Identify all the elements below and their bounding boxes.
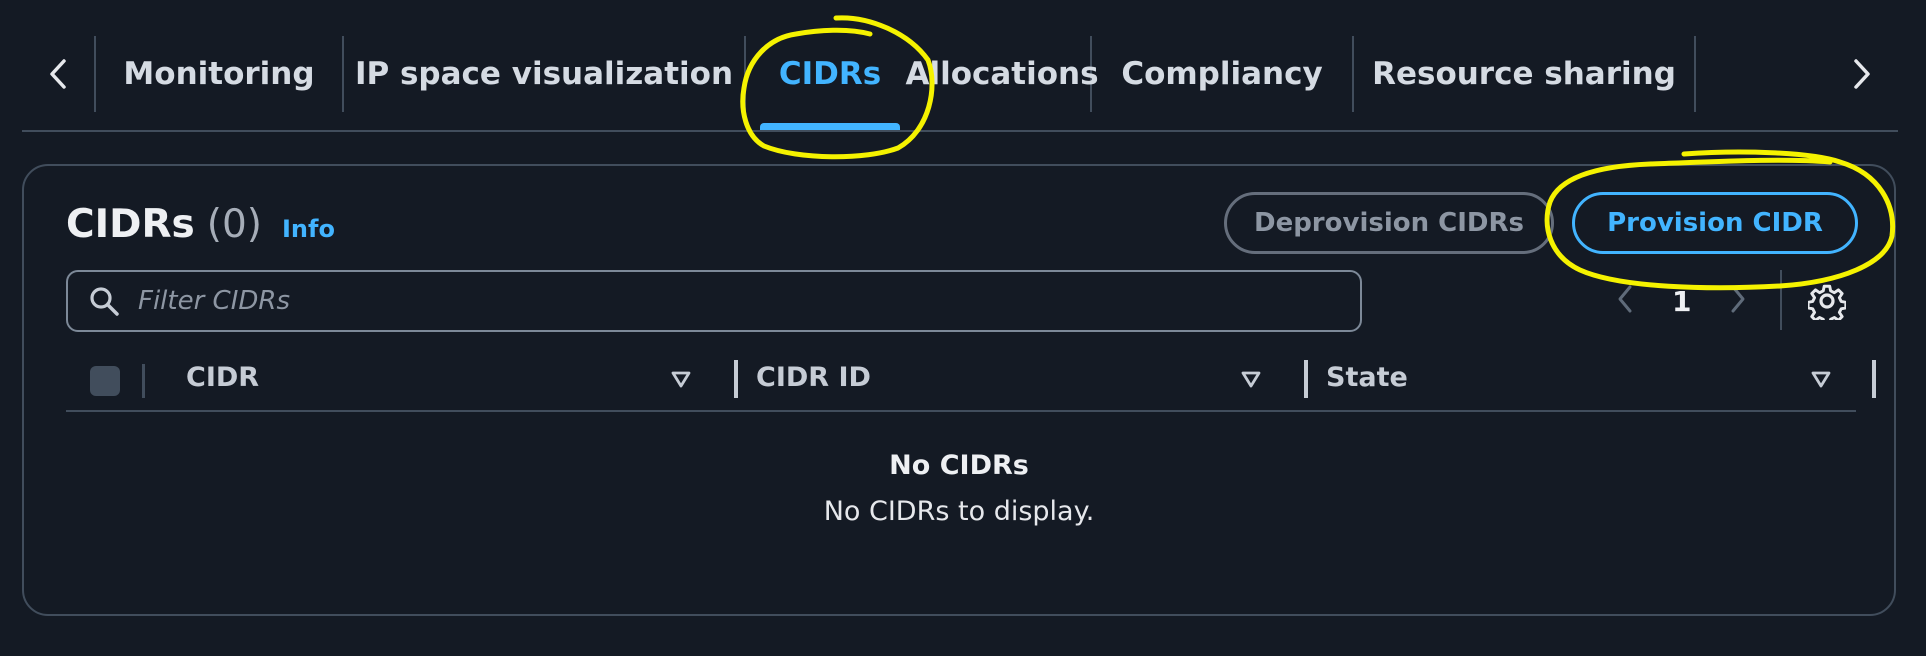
next-page-button[interactable]: [1729, 284, 1747, 318]
select-all-checkbox[interactable]: [90, 366, 120, 396]
tab-resource-sharing[interactable]: Resource sharing: [1354, 18, 1694, 130]
sort-icon[interactable]: [670, 368, 692, 390]
tabs-scroll-left-button[interactable]: [22, 18, 94, 130]
panel-header: CIDRs (0) Info: [66, 202, 335, 247]
table-header: CIDR CIDR ID State: [66, 348, 1876, 412]
cidrs-panel: CIDRs (0) Info Deprovision CIDRs Provisi…: [22, 164, 1896, 616]
empty-state-title: No CIDRs: [889, 450, 1029, 481]
provision-cidr-button[interactable]: Provision CIDR: [1572, 192, 1858, 254]
tab-cidrs[interactable]: CIDRs: [746, 18, 914, 130]
search-icon: [90, 287, 119, 316]
tab-list: Monitoring IP space visualization CIDRs …: [94, 18, 1826, 130]
tab-allocations[interactable]: Allocations: [905, 18, 1098, 130]
previous-page-button[interactable]: [1616, 284, 1634, 318]
info-link[interactable]: Info: [282, 215, 335, 243]
tab-compliancy[interactable]: Compliancy: [1092, 18, 1352, 130]
pagination-divider: [1780, 270, 1782, 330]
gear-icon[interactable]: [1808, 282, 1846, 320]
tab-ip-space-visualization[interactable]: IP space visualization: [344, 18, 744, 130]
chevron-left-icon: [1618, 285, 1632, 313]
panel-count: (0): [206, 202, 262, 247]
tab-divider: [1694, 36, 1696, 112]
chevron-right-icon: [1854, 59, 1870, 89]
chevron-left-icon: [50, 59, 66, 89]
pagination: 1: [1616, 270, 1747, 332]
tabs-bar: Monitoring IP space visualization CIDRs …: [22, 18, 1898, 132]
tab-monitoring[interactable]: Monitoring: [96, 18, 342, 130]
column-header-cidr-id[interactable]: CIDR ID: [756, 362, 871, 393]
tabs-scroll-right-button[interactable]: [1826, 18, 1898, 130]
column-header-state[interactable]: State: [1326, 362, 1408, 393]
page-number[interactable]: 1: [1672, 285, 1691, 318]
column-resizer[interactable]: [734, 360, 738, 398]
panel-title: CIDRs: [66, 202, 195, 247]
sort-icon[interactable]: [1240, 368, 1262, 390]
empty-state-description: No CIDRs to display.: [823, 496, 1095, 527]
sort-icon[interactable]: [1810, 368, 1832, 390]
column-resizer[interactable]: [1304, 360, 1308, 398]
filter-field: [66, 270, 1362, 332]
deprovision-cidrs-button[interactable]: Deprovision CIDRs: [1224, 192, 1554, 254]
filter-input[interactable]: [136, 285, 1360, 317]
chevron-right-icon: [1731, 285, 1745, 313]
column-divider: [142, 364, 145, 398]
column-resizer[interactable]: [1872, 360, 1876, 398]
column-header-cidr[interactable]: CIDR: [186, 362, 259, 393]
